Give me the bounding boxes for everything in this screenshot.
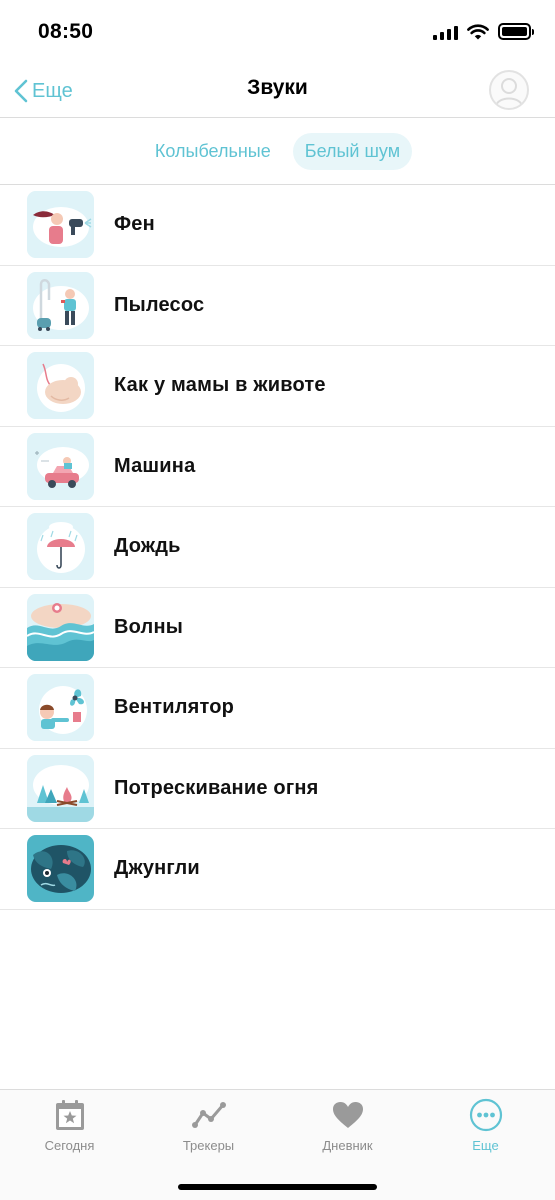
rain-icon bbox=[27, 513, 94, 581]
tab-bar: Сегодня Трекеры Дневник Еще bbox=[0, 1089, 555, 1200]
segment-white-noise[interactable]: Белый шум bbox=[292, 133, 413, 170]
navigation-bar: Еще Звуки bbox=[0, 66, 555, 118]
status-time: 08:50 bbox=[38, 20, 94, 43]
home-indicator[interactable] bbox=[178, 1184, 377, 1190]
calendar-star-icon bbox=[53, 1098, 87, 1132]
user-placeholder-icon bbox=[495, 78, 523, 107]
segmented-control: Колыбельные Белый шум bbox=[0, 119, 555, 185]
cellular-signal-icon bbox=[433, 24, 458, 40]
tab-more[interactable]: Еще bbox=[416, 1098, 555, 1153]
tab-diary[interactable]: Дневник bbox=[278, 1098, 417, 1153]
tab-today[interactable]: Сегодня bbox=[0, 1098, 139, 1153]
status-bar: 08:50 bbox=[0, 0, 555, 66]
list-item-label: Фен bbox=[114, 213, 155, 236]
vacuum-cleaner-icon bbox=[27, 271, 94, 339]
list-item-label: Как у мамы в животе bbox=[114, 374, 326, 397]
list-item-label: Машина bbox=[114, 454, 196, 477]
waves-icon bbox=[27, 593, 94, 661]
battery-icon bbox=[498, 23, 534, 40]
list-item[interactable]: Пылесос bbox=[0, 266, 555, 346]
tab-label: Дневник bbox=[322, 1138, 373, 1153]
more-icon bbox=[469, 1098, 503, 1132]
list-item[interactable]: Машина bbox=[0, 427, 555, 507]
list-item[interactable]: Вентилятор bbox=[0, 668, 555, 749]
avatar[interactable] bbox=[489, 70, 529, 110]
list-item[interactable]: Фен bbox=[0, 185, 555, 266]
list-item[interactable]: Потрескивание огня bbox=[0, 749, 555, 829]
hair-dryer-icon bbox=[27, 191, 94, 259]
segment-lullabies[interactable]: Колыбельные bbox=[143, 133, 283, 170]
sound-list: Фен Пылесос Как у мамы в животе Машина Д… bbox=[0, 185, 555, 910]
womb-icon bbox=[27, 352, 94, 420]
tab-label: Еще bbox=[472, 1138, 499, 1153]
list-item[interactable]: Джунгли bbox=[0, 829, 555, 910]
fan-icon bbox=[27, 674, 94, 742]
tab-label: Сегодня bbox=[44, 1138, 95, 1153]
list-item-label: Пылесос bbox=[114, 293, 205, 316]
tab-trackers[interactable]: Трекеры bbox=[139, 1098, 278, 1153]
list-item-label: Джунгли bbox=[114, 857, 200, 880]
car-icon bbox=[27, 432, 94, 500]
tab-label: Трекеры bbox=[182, 1138, 235, 1153]
list-item[interactable]: Волны bbox=[0, 588, 555, 668]
list-item-label: Вентилятор bbox=[114, 696, 235, 719]
page-title: Звуки bbox=[247, 76, 308, 99]
list-item-label: Потрескивание огня bbox=[114, 776, 319, 799]
trend-line-icon bbox=[191, 1098, 226, 1132]
list-item[interactable]: Дождь bbox=[0, 507, 555, 588]
status-icons bbox=[433, 23, 534, 40]
list-item[interactable]: Как у мамы в животе bbox=[0, 346, 555, 427]
campfire-icon bbox=[27, 754, 94, 822]
heart-icon bbox=[331, 1098, 365, 1132]
list-item-label: Волны bbox=[114, 615, 184, 638]
list-item-label: Дождь bbox=[114, 535, 181, 558]
jungle-icon bbox=[27, 835, 94, 903]
wifi-icon bbox=[467, 23, 489, 39]
